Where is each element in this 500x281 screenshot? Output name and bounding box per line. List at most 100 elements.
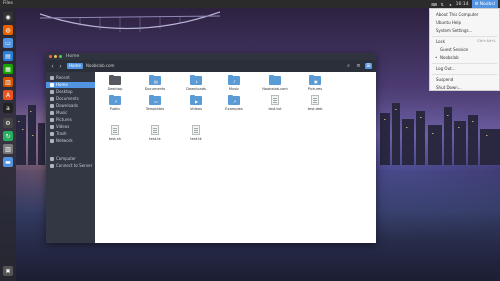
sidebar-item-label: Downloads xyxy=(56,103,78,108)
toolbar: ‹ › Home Noobslab.com ⌕ ≡ ⊞ xyxy=(46,60,376,72)
file-item-examples[interactable]: ↗ Examples xyxy=(219,95,249,118)
close-button[interactable] xyxy=(49,55,52,58)
system-tray: ⌨ ⇅ ◂ 16:14 ⚙ Noobsl xyxy=(431,0,498,8)
file-item-test-tk[interactable]: test.tk xyxy=(140,125,170,148)
file-item-public[interactable]: ↗ Public xyxy=(100,95,130,118)
menu-separator xyxy=(432,63,497,64)
amazon-icon[interactable]: a xyxy=(3,103,13,113)
menu-item-log-out[interactable]: Log Out... xyxy=(436,66,455,71)
menu-separator xyxy=(432,74,497,75)
search-icon[interactable]: ⌕ xyxy=(345,63,352,69)
grid-view-icon[interactable]: ⊞ xyxy=(365,63,372,69)
file-name: test.txt xyxy=(268,107,282,111)
libreoffice-calc-icon[interactable]: ▦ xyxy=(3,64,13,74)
sidebar-item-label: Desktop xyxy=(56,89,73,94)
active-user-bullet-icon: • xyxy=(435,55,438,60)
sidebar-item-home[interactable]: Home xyxy=(46,82,95,88)
show-desktop-icon[interactable]: ▬ xyxy=(3,157,13,167)
menu-item-lock[interactable]: Lock xyxy=(436,39,445,44)
folder-icon xyxy=(269,75,281,85)
file-item-test-sh[interactable]: test.sh xyxy=(100,125,130,148)
sidebar-item-documents[interactable]: Documents xyxy=(46,96,95,102)
user-menu-button[interactable]: ⚙ Noobsl xyxy=(471,0,498,8)
music-icon xyxy=(50,111,54,115)
sidebar-item-label: Videos xyxy=(56,124,70,129)
update-icon[interactable]: ↻ xyxy=(3,131,13,141)
file-item-downloads[interactable]: ↓ Downloads xyxy=(181,75,211,98)
maximize-button[interactable] xyxy=(59,55,62,58)
sidebar-item-label: Trash xyxy=(56,131,67,136)
clock[interactable]: 16:14 xyxy=(456,2,469,7)
file-item-test-txt[interactable]: test.txt xyxy=(260,95,290,118)
sidebar-item-desktop[interactable]: Desktop xyxy=(46,89,95,95)
forward-button[interactable]: › xyxy=(57,63,64,70)
recent-icon xyxy=(50,76,54,80)
menu-item-suspend[interactable]: Suspend xyxy=(436,77,453,82)
menu-item-system-settings[interactable]: System Settings... xyxy=(436,28,472,33)
files-icon[interactable]: ▭ xyxy=(3,38,13,48)
software-center-icon[interactable]: A xyxy=(3,90,13,100)
trash-icon[interactable]: ✖ xyxy=(3,266,13,276)
sidebar-item-label: Music xyxy=(56,110,68,115)
firefox-icon[interactable]: ◍ xyxy=(3,25,13,35)
libreoffice-writer-icon[interactable]: ▤ xyxy=(3,51,13,61)
window-titlebar[interactable]: Home xyxy=(46,53,376,60)
file-name: Templates xyxy=(145,107,165,111)
sidebar-item-trash[interactable]: Trash xyxy=(46,131,95,137)
menu-item-noobslab[interactable]: Noobslab xyxy=(440,55,459,60)
settings-icon[interactable]: ⚙ xyxy=(3,118,13,128)
volume-icon[interactable]: ◂ xyxy=(448,2,453,7)
file-item-templates[interactable]: ▭ Templates xyxy=(140,95,170,118)
sidebar-item-videos[interactable]: Videos xyxy=(46,124,95,130)
file-item-videos[interactable]: ▶ Videos xyxy=(181,95,211,118)
sidebar-item-music[interactable]: Music xyxy=(46,110,95,116)
text-file-icon xyxy=(192,125,200,135)
file-view: Desktop ▤ Documents ↓ Downloads ♪ Music Noobsla… xyxy=(95,72,376,243)
file-name: Examples xyxy=(225,107,243,111)
sidebar-item-label: Network xyxy=(56,138,73,143)
sidebar-item-label: Computer xyxy=(56,156,76,161)
text-file-icon xyxy=(111,125,119,135)
dash-icon[interactable]: ◉ xyxy=(3,12,13,22)
menu-item-shut-down[interactable]: Shut Down... xyxy=(436,85,462,90)
file-item-desktop[interactable]: Desktop xyxy=(100,75,130,98)
file-name: test.tk xyxy=(149,137,161,141)
launcher: ◉ ◍ ▭ ▤ ▦ ▥ Aa ⚙ ↻ ▥ ▬ ✖ xyxy=(0,8,16,281)
file-name: Pictures xyxy=(307,87,323,91)
sidebar-item-connect-to-server[interactable]: Connect to Server xyxy=(46,163,95,169)
menu-item-about-this-computer[interactable]: About This Computer xyxy=(436,12,478,17)
file-name: test.sh xyxy=(108,137,122,141)
file-item-documents[interactable]: ▤ Documents xyxy=(140,75,170,98)
sidebar-item-pictures[interactable]: Pictures xyxy=(46,117,95,123)
sidebar-item-label: Recent xyxy=(56,75,70,80)
sidebar-item-recent[interactable]: Recent xyxy=(46,75,95,81)
sidebar-item-network[interactable]: Network xyxy=(46,138,95,144)
libreoffice-impress-icon[interactable]: ▥ xyxy=(3,77,13,87)
menu-item-guest-session[interactable]: Guest Session xyxy=(440,47,468,52)
view-menu-icon[interactable]: ≡ xyxy=(355,63,362,69)
breadcrumb-noobslab[interactable]: Noobslab.com xyxy=(84,63,116,69)
menu-item-ubuntu-help[interactable]: Ubuntu Help xyxy=(436,20,461,25)
minimize-button[interactable] xyxy=(54,55,57,58)
downloads-icon xyxy=(50,104,54,108)
breadcrumb-home[interactable]: Home xyxy=(67,63,83,69)
file-item-music[interactable]: ♪ Music xyxy=(219,75,249,98)
connect-to-server-icon xyxy=(50,164,54,168)
sidebar-item-label: Connect to Server xyxy=(56,163,93,168)
workspace-icon[interactable]: ▥ xyxy=(3,144,13,154)
sidebar-item-downloads[interactable]: Downloads xyxy=(46,103,95,109)
keyboard-icon[interactable]: ⌨ xyxy=(431,2,437,7)
window-title: Home xyxy=(66,54,80,59)
file-name: Music xyxy=(228,87,240,91)
sidebar-item-computer[interactable]: Computer xyxy=(46,156,95,162)
text-file-icon xyxy=(271,95,279,105)
videos-icon xyxy=(50,125,54,129)
sidebar-item-label: Home xyxy=(56,82,68,87)
gear-icon: ⚙ xyxy=(474,1,479,7)
back-button[interactable]: ‹ xyxy=(49,63,56,70)
network-icon[interactable]: ⇅ xyxy=(440,2,445,7)
file-item-test-deb[interactable]: test.deb xyxy=(300,95,330,118)
file-item-test-tk[interactable]: test.tk xyxy=(181,125,211,148)
home-icon xyxy=(50,83,54,87)
sidebar-item-label: Pictures xyxy=(56,117,72,122)
